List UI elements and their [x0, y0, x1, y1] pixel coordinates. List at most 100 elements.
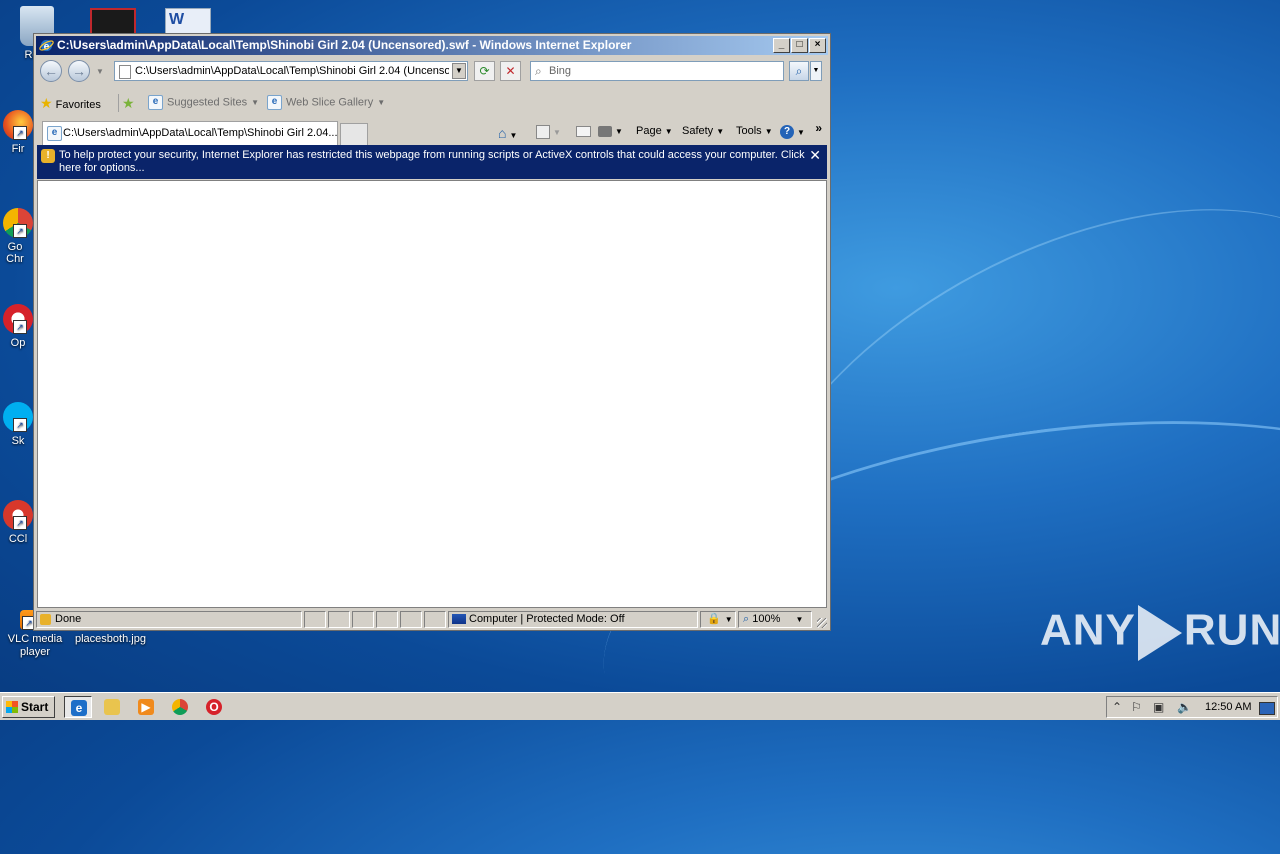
status-pane [328, 611, 350, 628]
new-tab-button[interactable] [340, 123, 368, 145]
desktop-icon-skype[interactable]: ↗ Sk [0, 402, 36, 447]
skype-icon: ↗ [3, 402, 33, 432]
opera-icon: ↗ [3, 304, 33, 334]
taskbar-media-player[interactable]: ▶ [132, 696, 160, 718]
system-tray: ⌃ ⚐ ▣ 🔈 12:50 AM [1106, 696, 1278, 718]
taskbar-file-explorer[interactable] [98, 696, 126, 718]
stop-button[interactable]: ✕ [500, 61, 521, 81]
star-icon: ★ [40, 95, 53, 111]
word-document-icon[interactable]: W [165, 8, 211, 36]
zoom-icon: ⌕ [743, 613, 750, 625]
ie-page-icon: e [47, 126, 62, 141]
information-bar-message[interactable]: To help protect your security, Internet … [59, 149, 807, 175]
chevron-down-icon: ▼ [251, 98, 260, 108]
favorites-bar: ★ Favorites ★ e Suggested Sites ▼ e Web Sli… [36, 91, 828, 115]
chevron-down-icon: ▼ [509, 131, 518, 140]
ie-page-icon: e [148, 95, 163, 110]
security-zone-cell[interactable]: Computer | Protected Mode: Off [448, 611, 698, 628]
shortcut-arrow-icon: ↗ [13, 516, 27, 530]
safety-menu-label: Safety [682, 125, 714, 137]
status-text: Done [55, 613, 82, 625]
refresh-button[interactable]: ⟳ [474, 61, 495, 81]
tools-menu[interactable]: Tools ▼ [736, 125, 773, 137]
desktop-icon-label: Fir [11, 143, 25, 155]
minimize-button[interactable]: _ [773, 38, 790, 53]
search-go-button[interactable]: ⌕ [789, 61, 809, 81]
clock[interactable]: 12:50 AM [1205, 701, 1251, 713]
favorites-button[interactable]: ★ Favorites [40, 95, 101, 112]
help-button[interactable]: ? ▼ [780, 125, 805, 139]
more-commands-button[interactable]: » [815, 121, 822, 135]
status-bar: Done Computer | Protected Mode: Off 🔒 ▼ ⌕… [36, 610, 828, 629]
show-desktop-button[interactable] [1259, 702, 1275, 715]
volume-icon[interactable]: 🔈 [1177, 700, 1192, 714]
security-zone-text: Computer | Protected Mode: Off [469, 613, 625, 625]
watermark-right: RUN [1183, 605, 1280, 655]
ie-page-icon: e [267, 95, 282, 110]
desktop-icon-label: placesboth.jpg [75, 633, 146, 645]
status-pane [424, 611, 446, 628]
action-center-flag-icon[interactable]: ⚐ [1131, 700, 1142, 714]
recent-pages-dropdown[interactable]: ▼ [96, 67, 104, 76]
maximize-button[interactable]: □ [791, 38, 808, 53]
status-text-cell: Done [36, 611, 302, 628]
search-input[interactable]: Bing [549, 65, 571, 77]
taskbar-chrome[interactable] [166, 696, 194, 718]
status-pane [352, 611, 374, 628]
shield-warning-icon: ! [41, 149, 55, 163]
resize-grip[interactable] [817, 618, 827, 628]
shield-icon [40, 613, 51, 625]
desktop-icon-firefox[interactable]: ↗ Fir [0, 110, 36, 155]
navigation-bar: ← → ▼ C:\Users\admin\AppData\Local\Temp\… [36, 58, 828, 88]
taskbar: Start e ▶ O ⌃ ⚐ ▣ 🔈 12:50 AM [0, 692, 1280, 720]
ie-window: e C:\Users\admin\AppData\Local\Temp\Shin… [33, 33, 831, 631]
suggested-sites-link[interactable]: e Suggested Sites ▼ [148, 95, 259, 110]
tab-label: C:\Users\admin\AppData\Local\Temp\Shinob… [63, 127, 338, 139]
network-icon[interactable]: ▣ [1153, 700, 1164, 714]
print-button[interactable]: ▼ [598, 125, 623, 137]
address-dropdown-button[interactable]: ▼ [452, 63, 466, 79]
printer-icon [598, 125, 612, 137]
title-bar[interactable]: e C:\Users\admin\AppData\Local\Temp\Shin… [36, 36, 828, 55]
home-button[interactable]: ⌂ ▼ [498, 125, 517, 141]
zoom-button[interactable]: ⌕ 100% ▼ [738, 611, 812, 628]
chevron-down-icon: ▼ [664, 127, 673, 136]
desktop-icon-label: VLC media player [7, 633, 63, 658]
status-pane [376, 611, 398, 628]
desktop-icon-label: Op [10, 337, 26, 349]
web-slice-gallery-label: Web Slice Gallery [286, 96, 374, 109]
computer-zone-icon [452, 614, 466, 625]
chevron-down-icon: ▼ [724, 615, 733, 624]
security-information-bar[interactable]: ! To help protect your security, Interne… [37, 145, 827, 179]
window-title: C:\Users\admin\AppData\Local\Temp\Shinob… [57, 38, 632, 52]
desktop-icon-google-chrome[interactable]: ↗ Go Chr [0, 208, 36, 265]
read-mail-button[interactable] [576, 125, 591, 137]
taskbar-opera[interactable]: O [200, 696, 228, 718]
web-slice-gallery-link[interactable]: e Web Slice Gallery ▼ [267, 95, 385, 110]
desktop-icon-opera[interactable]: ↗ Op [0, 304, 36, 349]
page-content-area[interactable] [37, 180, 827, 608]
add-to-favorites-bar-button[interactable]: ★ [122, 95, 135, 112]
desktop-icon-ccleaner[interactable]: ↗ CCl [0, 500, 36, 545]
taskbar-internet-explorer[interactable]: e [64, 696, 92, 718]
back-button[interactable]: ← [40, 60, 62, 82]
page-menu[interactable]: Page ▼ [636, 125, 673, 137]
feeds-button[interactable]: ▼ [536, 125, 561, 139]
forward-button[interactable]: → [68, 60, 90, 82]
show-hidden-icons-button[interactable]: ⌃ [1112, 700, 1122, 714]
search-options-dropdown[interactable]: ▼ [810, 61, 822, 81]
tab-current[interactable]: e C:\Users\admin\AppData\Local\Temp\Shin… [42, 121, 338, 145]
close-button[interactable]: × [809, 38, 826, 53]
watermark-left: ANY [1040, 605, 1136, 655]
shortcut-arrow-icon: ↗ [13, 126, 27, 140]
safety-menu[interactable]: Safety ▼ [682, 125, 724, 137]
search-box[interactable]: ⌕ Bing [530, 61, 784, 81]
start-button[interactable]: Start [2, 696, 55, 718]
chevron-down-icon: ▼ [795, 615, 804, 624]
address-bar[interactable]: C:\Users\admin\AppData\Local\Temp\Shinob… [114, 61, 468, 81]
protected-mode-button[interactable]: 🔒 ▼ [700, 611, 736, 628]
information-bar-close-button[interactable]: ✕ [809, 147, 821, 164]
address-input[interactable]: C:\Users\admin\AppData\Local\Temp\Shinob… [135, 65, 449, 77]
page-icon [119, 65, 131, 79]
favorites-label: Favorites [55, 99, 101, 111]
